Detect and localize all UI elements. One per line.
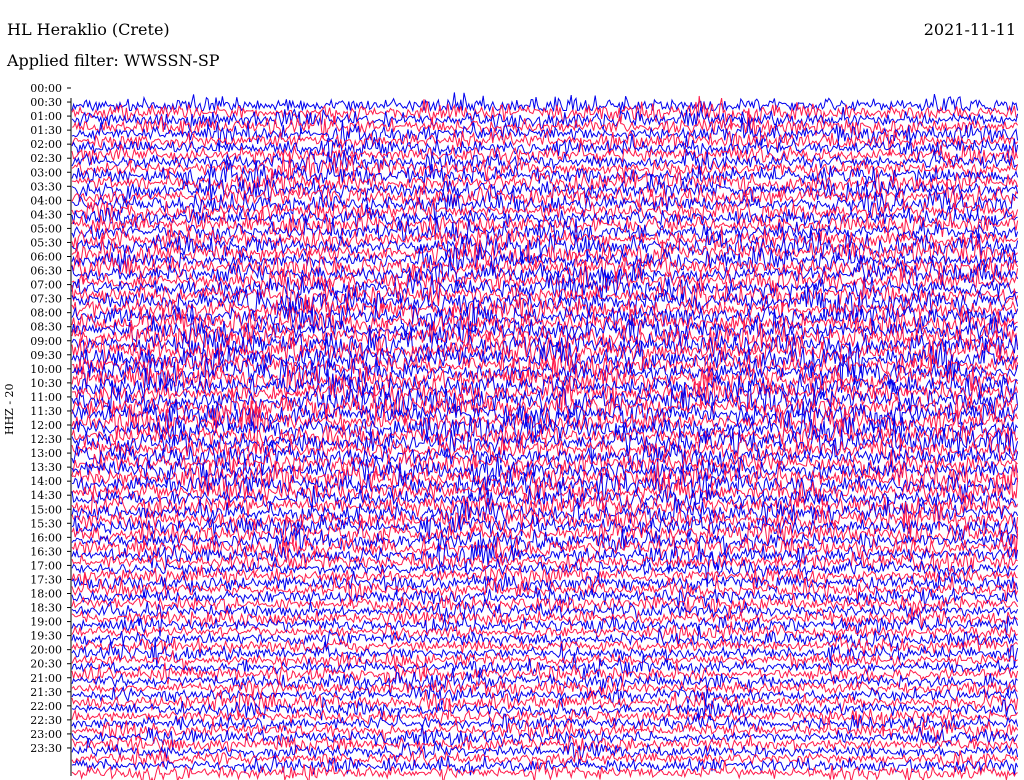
time-tick-label: 21:30: [30, 686, 62, 699]
time-tick-label: 22:00: [30, 700, 62, 713]
time-tick-label: 16:30: [30, 545, 62, 558]
time-tick-label: 07:00: [30, 279, 62, 292]
time-tick-label: 08:00: [30, 307, 62, 320]
time-tick-label: 12:00: [30, 419, 62, 432]
time-tick-label: 15:30: [30, 517, 62, 530]
time-tick-label: 00:00: [30, 82, 62, 95]
time-tick-label: 04:30: [30, 208, 62, 221]
time-tick-label: 03:30: [30, 180, 62, 193]
time-tick-label: 06:00: [30, 251, 62, 264]
time-tick-label: 15:00: [30, 503, 62, 516]
time-tick-label: 02:00: [30, 138, 62, 151]
time-tick-label: 21:00: [30, 672, 62, 685]
time-tick-label: 09:30: [30, 349, 62, 362]
time-tick-label: 22:30: [30, 714, 62, 727]
time-tick-label: 23:30: [30, 742, 62, 755]
time-tick-label: 14:30: [30, 489, 62, 502]
time-tick-label: 20:30: [30, 658, 62, 671]
time-tick-label: 01:00: [30, 110, 62, 123]
time-tick-label: 10:00: [30, 363, 62, 376]
time-tick-label: 18:30: [30, 602, 62, 615]
time-tick-label: 04:00: [30, 194, 62, 207]
helicorder-plot: 00:0000:3001:0001:3002:0002:3003:0003:30…: [30, 82, 1019, 780]
time-tick-label: 19:00: [30, 616, 62, 629]
time-tick-label: 14:00: [30, 475, 62, 488]
time-tick-label: 08:30: [30, 321, 62, 334]
time-tick-label: 03:00: [30, 166, 62, 179]
time-tick-label: 23:00: [30, 728, 62, 741]
time-tick-label: 17:00: [30, 559, 62, 572]
time-tick-label: 17:30: [30, 573, 62, 586]
seismic-trace: [71, 92, 1019, 113]
seismic-trace: [71, 224, 1018, 255]
time-tick-label: 11:00: [30, 391, 62, 404]
time-tick-label: 19:30: [30, 630, 62, 643]
time-tick-label: 02:30: [30, 152, 62, 165]
time-axis: 00:0000:3001:0001:3002:0002:3003:0003:30…: [30, 82, 72, 776]
time-tick-label: 12:30: [30, 433, 62, 446]
seismic-trace: [71, 605, 1018, 631]
time-tick-label: 13:30: [30, 461, 62, 474]
time-tick-label: 20:00: [30, 644, 62, 657]
time-tick-label: 13:00: [30, 447, 62, 460]
time-tick-label: 06:30: [30, 265, 62, 278]
time-tick-label: 05:30: [30, 236, 62, 249]
seismic-trace: [71, 563, 1018, 590]
trace-group: [71, 92, 1019, 780]
time-tick-label: 05:00: [30, 222, 62, 235]
time-tick-label: 01:30: [30, 124, 62, 137]
time-tick-label: 00:30: [30, 96, 62, 109]
time-tick-label: 09:00: [30, 335, 62, 348]
time-tick-label: 11:30: [30, 405, 62, 418]
seismic-trace: [71, 639, 1019, 668]
time-tick-label: 10:30: [30, 377, 62, 390]
time-tick-label: 16:00: [30, 531, 62, 544]
time-tick-label: 18:00: [30, 588, 62, 601]
time-tick-label: 07:30: [30, 293, 62, 306]
